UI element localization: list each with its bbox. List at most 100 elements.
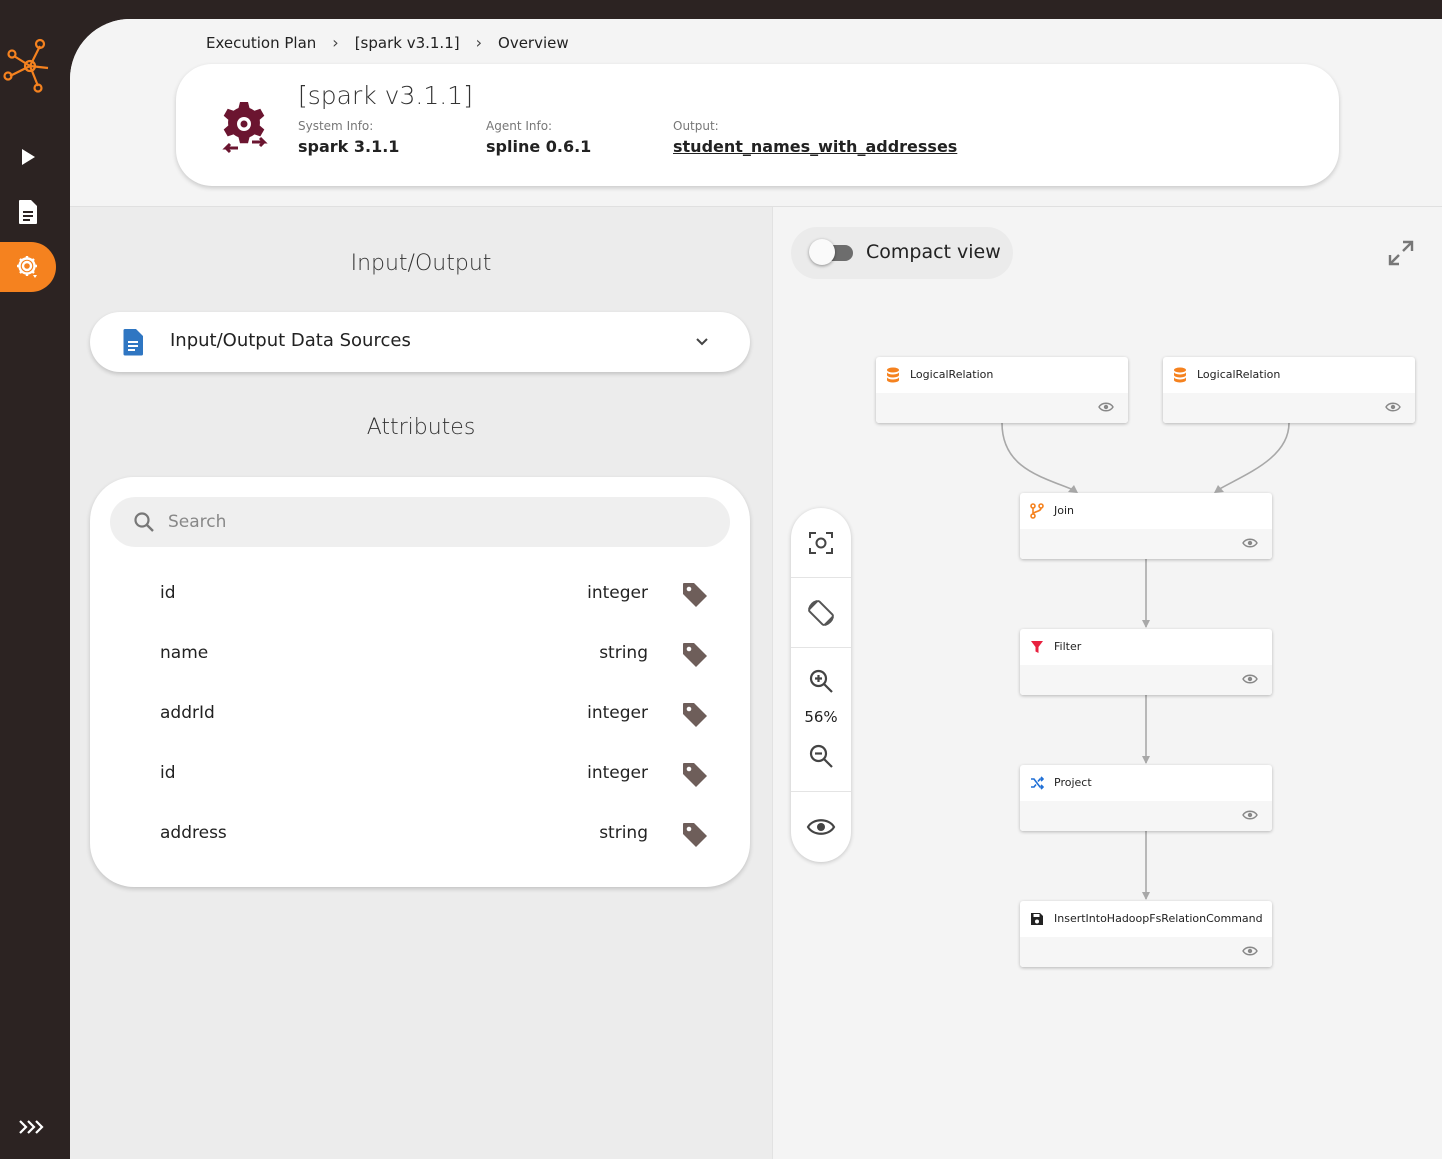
graph-node-footer [1020, 937, 1272, 967]
eye-icon[interactable] [1385, 401, 1401, 413]
attribute-row[interactable]: id integer [90, 745, 750, 805]
execution-graph: LogicalRelation LogicalRelation Join Fil… [773, 207, 1442, 1159]
attribute-type: integer [587, 763, 648, 783]
agent-info: Agent Info: spline 0.6.1 [486, 119, 591, 156]
attribute-search-box [110, 497, 730, 547]
graph-node-join[interactable]: Join [1020, 493, 1272, 559]
fit-view-button[interactable] [791, 518, 851, 568]
tag-icon[interactable] [680, 820, 710, 850]
screen-rotation-icon [808, 600, 834, 626]
graph-node-footer [1020, 665, 1272, 695]
tag-icon[interactable] [680, 640, 710, 670]
tag-icon[interactable] [680, 580, 710, 610]
rotate-layout-button[interactable] [791, 588, 851, 638]
graph-node-label: LogicalRelation [1197, 368, 1281, 381]
details-panel: Input/Output Input/Output Data Sources A… [70, 207, 772, 1159]
double-chevron-right-icon [19, 1120, 44, 1134]
output-link[interactable]: student_names_with_addresses [673, 137, 957, 156]
graph-node-footer [1020, 529, 1272, 559]
attribute-type: integer [587, 703, 648, 723]
graph-node-filter[interactable]: Filter [1020, 629, 1272, 695]
play-icon [22, 149, 35, 165]
chevron-down-icon [696, 338, 708, 346]
zoom-out-button[interactable] [791, 734, 851, 778]
attribute-type: string [599, 823, 648, 843]
eye-icon[interactable] [1242, 809, 1258, 821]
document-icon [123, 329, 143, 356]
zoom-in-icon [809, 669, 833, 693]
breadcrumb: Execution Plan › [spark v3.1.1] › Overvi… [206, 33, 569, 52]
eye-icon[interactable] [1242, 537, 1258, 549]
graph-node-footer [1020, 801, 1272, 831]
attribute-type: integer [587, 583, 648, 603]
sidebar-item-document[interactable] [0, 187, 56, 237]
graph-edge-arrow [1142, 892, 1150, 900]
attributes-card: id integer name string addrId integer [90, 477, 750, 887]
eye-icon[interactable] [1242, 945, 1258, 957]
shuffle-icon [1031, 776, 1044, 790]
graph-node-label: InsertIntoHadoopFsRelationCommand [1054, 912, 1263, 925]
execution-plan-gear-icon [216, 98, 272, 154]
io-data-sources-accordion[interactable]: Input/Output Data Sources [90, 312, 750, 372]
sidebar-item-execution-plan[interactable] [0, 242, 56, 292]
database-icon [1174, 367, 1186, 383]
compact-view-label: Compact view [866, 241, 1001, 263]
eye-icon [806, 819, 836, 835]
breadcrumb-item-overview: Overview [498, 33, 569, 52]
toggle-visibility-button[interactable] [791, 802, 851, 852]
zoom-divider [791, 647, 851, 648]
output-info: Output: student_names_with_addresses [673, 119, 957, 156]
zoom-in-button[interactable] [791, 658, 851, 704]
graph-node-logical-relation[interactable]: LogicalRelation [876, 357, 1128, 423]
system-info-label: System Info: [298, 119, 374, 133]
tag-icon[interactable] [680, 700, 710, 730]
graph-node-label: Join [1054, 504, 1075, 517]
expand-sidebar-button[interactable] [14, 1112, 48, 1142]
system-info: System Info: spark 3.1.1 [298, 119, 399, 156]
gear-icon [17, 256, 37, 278]
compact-view-switch-thumb [809, 239, 835, 265]
eye-icon[interactable] [1242, 673, 1258, 685]
graph-node-label: LogicalRelation [910, 368, 994, 381]
graph-node-insert-into-hadoop-fs-relation-command[interactable]: InsertIntoHadoopFsRelationCommand [1020, 901, 1272, 967]
attribute-row[interactable]: id integer [90, 565, 750, 625]
breadcrumb-item-execution-plan[interactable]: Execution Plan [206, 34, 316, 52]
execution-plan-title: [spark v3.1.1] [298, 81, 473, 110]
eye-icon[interactable] [1098, 401, 1114, 413]
io-section-title: Input/Output [350, 251, 492, 276]
zoom-divider [791, 791, 851, 792]
fullscreen-icon[interactable] [1387, 239, 1415, 267]
graph-node-project[interactable]: Project [1020, 765, 1272, 831]
attribute-row[interactable]: address string [90, 805, 750, 865]
attribute-row[interactable]: name string [90, 625, 750, 685]
system-info-value: spark 3.1.1 [298, 137, 400, 156]
tag-icon[interactable] [680, 760, 710, 790]
graph-zoom-controls: 56% [791, 508, 851, 862]
graph-edge-arrow [1142, 620, 1150, 628]
attribute-name: id [160, 583, 176, 603]
execution-plan-header-card: [spark v3.1.1] System Info: spark 3.1.1 … [176, 64, 1339, 186]
attributes-section-title: Attributes [366, 415, 476, 440]
graph-edge-arrow [1142, 756, 1150, 764]
graph-node-footer [876, 393, 1128, 423]
spline-logo-icon[interactable] [2, 36, 52, 96]
graph-panel: LogicalRelation LogicalRelation Join Fil… [772, 207, 1442, 1159]
attribute-name: address [160, 823, 227, 843]
sidebar [0, 0, 70, 1159]
graph-node-label: Filter [1054, 640, 1082, 653]
agent-info-value: spline 0.6.1 [486, 137, 592, 156]
filter-icon [1031, 641, 1043, 653]
merge-icon [1030, 503, 1044, 519]
focus-icon [809, 532, 833, 554]
search-icon [134, 512, 154, 532]
compact-view-toggle[interactable]: Compact view [791, 227, 1013, 279]
database-icon [887, 367, 899, 383]
graph-node-footer [1163, 393, 1415, 423]
attribute-row[interactable]: addrId integer [90, 685, 750, 745]
sidebar-item-play[interactable] [0, 132, 56, 182]
graph-node-logical-relation[interactable]: LogicalRelation [1163, 357, 1415, 423]
breadcrumb-item-plan[interactable]: [spark v3.1.1] [355, 34, 460, 52]
agent-info-label: Agent Info: [486, 119, 553, 133]
document-icon [19, 200, 37, 224]
attribute-search-input[interactable] [168, 497, 708, 547]
